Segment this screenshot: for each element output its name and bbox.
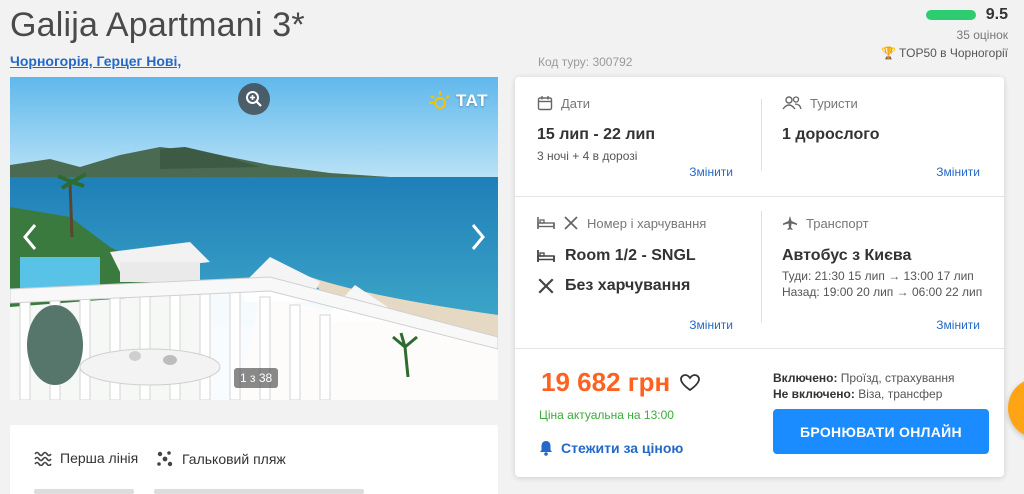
price-section: 19 682 грн Ціна актуальна на 13:00 Стежи…: [515, 349, 1004, 477]
transport-header: Транспорт: [782, 215, 869, 231]
rating-block: 9.5 35 оцінок 🏆 TOP50 в Чорногорії: [881, 6, 1008, 60]
location-link[interactable]: Чорногорія, Герцег Нові,: [10, 53, 181, 69]
rating-score: 9.5: [985, 6, 1008, 23]
tat-logo-text: TAT: [455, 91, 488, 110]
transport-back: Назад: 19:00 20 лип → 06:00 22 лип: [782, 285, 983, 299]
gallery-next-button[interactable]: [466, 217, 490, 257]
more-features-row: [34, 489, 394, 494]
price-note: Ціна актуальна на 13:00: [539, 408, 674, 422]
change-dates-link[interactable]: Змінити: [689, 165, 733, 179]
room-header-label: Номер і харчування: [587, 215, 707, 231]
bell-icon: [540, 441, 552, 456]
excluded-label: Не включено:: [773, 387, 855, 401]
transport-there: Туди: 21:30 15 лип → 13:00 17 лип: [782, 269, 974, 283]
waves-icon: [34, 451, 52, 466]
tourists-header-label: Туристи: [810, 95, 858, 111]
floating-action-button[interactable]: [1008, 378, 1024, 438]
price-value: 19 682 грн: [541, 367, 671, 397]
dates-tourists-section: Дати 15 лип - 22 лип 3 ночі + 4 в дорозі…: [515, 77, 1004, 197]
change-transport-link[interactable]: Змінити: [936, 318, 980, 332]
tourists-value: 1 дорослого: [782, 126, 880, 143]
transport-block: Транспорт Автобус з Києва Туди: 21:30 15…: [762, 197, 1006, 348]
chevron-right-icon: [471, 224, 485, 250]
hotel-photo-gallery[interactable]: TAT 1 з 38: [10, 77, 498, 400]
hotel-features: Перша лінія Гальковий пляж: [10, 425, 498, 494]
bed-icon: [537, 217, 555, 229]
room-header: Номер і харчування: [537, 215, 706, 231]
included-label: Включено:: [773, 371, 838, 385]
change-room-link[interactable]: Змінити: [689, 318, 733, 332]
dates-header: Дати: [537, 95, 590, 111]
meal-value-row: Без харчування: [537, 277, 690, 295]
rating-bar: [925, 10, 976, 20]
bed-icon: [537, 250, 555, 262]
trophy-icon: 🏆: [880, 46, 896, 60]
meal-value: Без харчування: [565, 277, 691, 294]
book-online-button[interactable]: БРОНЮВАТИ ОНЛАЙН: [773, 409, 989, 454]
zoom-button[interactable]: [238, 83, 270, 115]
cutlery-icon: [564, 216, 578, 230]
hotel-photo: [10, 77, 498, 400]
calendar-icon: [537, 96, 553, 111]
cutlery-icon: [538, 278, 554, 294]
top50-label: TOP50 в Чорногорії: [899, 46, 1008, 60]
sun-icon: [428, 91, 450, 109]
excluded-value: Віза, трансфер: [858, 387, 943, 401]
tour-code: Код туру: 300792: [538, 55, 633, 69]
people-icon: [782, 96, 802, 110]
rating-count[interactable]: 35 оцінок: [881, 28, 1008, 42]
room-value-row: Room 1/2 - SNGL: [537, 247, 696, 265]
dates-value: 15 лип - 22 лип: [537, 126, 656, 143]
dates-block: Дати 15 лип - 22 лип 3 ночі + 4 в дорозі…: [515, 77, 759, 196]
dates-header-label: Дати: [561, 95, 590, 111]
tat-logo: TAT: [428, 89, 488, 113]
transport-value: Автобус з Києва: [782, 247, 912, 264]
gallery-prev-button[interactable]: [18, 217, 42, 257]
zoom-icon: [246, 91, 262, 107]
dates-detail: 3 ночі + 4 в дорозі: [537, 149, 638, 163]
room-block: Номер і харчування Room 1/2 - SNGL Без х…: [515, 197, 759, 348]
watch-price-label: Стежити за ціною: [561, 440, 684, 456]
watch-price-link[interactable]: Стежити за ціною: [539, 440, 683, 456]
feature-label: Гальковий пляж: [182, 451, 286, 467]
feature-label: Перша лінія: [60, 450, 139, 466]
change-tourists-link[interactable]: Змінити: [936, 165, 980, 179]
plane-icon: [783, 216, 797, 230]
tourists-header: Туристи: [782, 95, 858, 111]
top50-badge: 🏆 TOP50 в Чорногорії: [881, 46, 1008, 60]
room-transport-section: Номер і харчування Room 1/2 - SNGL Без х…: [515, 197, 1004, 349]
hotel-title: Galija Apartmani 3*: [10, 6, 305, 44]
chevron-left-icon: [23, 224, 37, 250]
pebbles-icon: [157, 451, 173, 467]
heart-icon[interactable]: [680, 373, 701, 392]
feature-first-line: Перша лінія: [34, 450, 138, 466]
feature-pebble-beach: Гальковий пляж: [156, 450, 286, 468]
price-row: 19 682 грн: [541, 367, 701, 398]
tourists-block: Туристи 1 дорослого Змінити: [762, 77, 1006, 196]
room-value: Room 1/2 - SNGL: [565, 247, 696, 264]
inclusions: Включено: Проїзд, страхування Не включен…: [773, 370, 955, 402]
included-value: Проїзд, страхування: [840, 371, 955, 385]
transport-header-label: Транспорт: [806, 215, 869, 231]
gallery-counter: 1 з 38: [234, 368, 279, 388]
booking-card: Дати 15 лип - 22 лип 3 ночі + 4 в дорозі…: [515, 77, 1004, 477]
